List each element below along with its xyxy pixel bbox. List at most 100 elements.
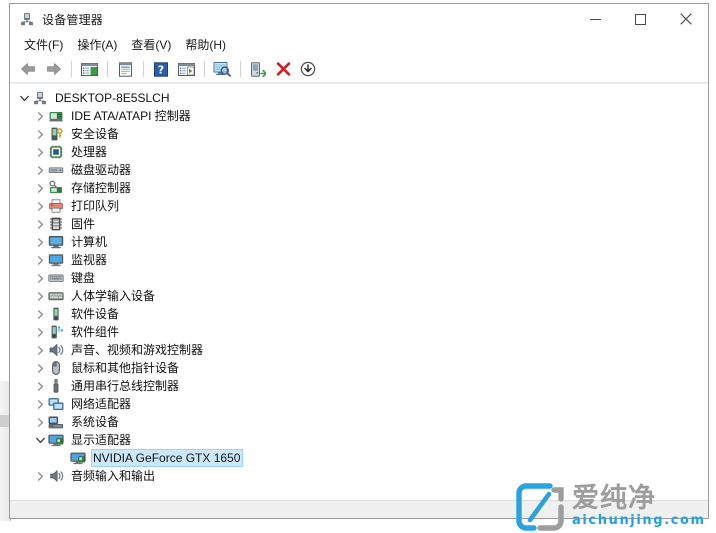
menu-action[interactable]: 操作(A) <box>70 34 124 56</box>
tree-item-label: 计算机 <box>71 235 108 249</box>
chevron-right-icon[interactable] <box>32 467 48 485</box>
tree-item[interactable]: 通用串行总线控制器 <box>10 377 708 395</box>
tree-item[interactable]: 鼠标和其他指针设备 <box>10 359 708 377</box>
storage-controller-icon <box>48 180 64 196</box>
properties-icon <box>118 61 132 77</box>
chevron-right-icon[interactable] <box>32 161 48 179</box>
device-manager-icon <box>19 11 35 27</box>
mouse-icon <box>48 360 64 376</box>
tree-item[interactable]: 系统设备 <box>10 413 708 431</box>
chevron-right-icon[interactable] <box>32 395 48 413</box>
tree-item[interactable]: 键盘 <box>10 269 708 287</box>
toolbar-forward[interactable] <box>41 58 65 80</box>
usb-controller-icon <box>48 378 64 394</box>
tree-item[interactable]: 音频输入和输出 <box>10 467 708 485</box>
chevron-right-icon[interactable] <box>32 323 48 341</box>
chevron-right-icon[interactable] <box>32 287 48 305</box>
disk-drive-icon <box>48 162 64 178</box>
computer-root-icon <box>32 90 48 106</box>
tree-item[interactable]: 计算机 <box>10 233 708 251</box>
tree-item-label: 处理器 <box>71 145 108 159</box>
toolbar-update-driver[interactable] <box>246 58 270 80</box>
close-button[interactable] <box>663 4 708 34</box>
tree-item-label: 人体学输入设备 <box>71 289 156 303</box>
toolbar-help[interactable]: ? <box>149 58 173 80</box>
chevron-right-icon[interactable] <box>32 413 48 431</box>
tree-item[interactable]: 显示适配器 <box>10 431 708 449</box>
tree-item[interactable]: 固件 <box>10 215 708 233</box>
tree-item[interactable]: 网络适配器 <box>10 395 708 413</box>
help-icon: ? <box>154 61 168 77</box>
toolbar-separator-5 <box>240 61 241 77</box>
chevron-right-icon[interactable] <box>32 125 48 143</box>
toolbar-separator-4 <box>204 61 205 77</box>
chevron-right-icon[interactable] <box>32 305 48 323</box>
menu-file[interactable]: 文件(F) <box>17 34 70 56</box>
tree-item[interactable]: 存储控制器 <box>10 179 708 197</box>
tree-item[interactable]: IDE ATA/ATAPI 控制器 <box>10 107 708 125</box>
toolbar-scan-hardware-changes[interactable] <box>210 58 234 80</box>
tree-item[interactable]: 人体学输入设备 <box>10 287 708 305</box>
computer-icon <box>48 234 64 250</box>
security-device-icon <box>48 126 64 142</box>
chevron-right-icon[interactable] <box>32 179 48 197</box>
tree-item[interactable]: DESKTOP-8E5SLCH <box>10 89 708 107</box>
tree-item[interactable]: 处理器 <box>10 143 708 161</box>
menu-view[interactable]: 查看(V) <box>124 34 178 56</box>
horizontal-scrollbar-thumb[interactable] <box>10 501 670 518</box>
tree-item-label: 音频输入和输出 <box>71 469 156 483</box>
toolbar-console[interactable] <box>174 58 198 80</box>
chevron-down-icon[interactable] <box>16 89 32 107</box>
device-tree: DESKTOP-8E5SLCH IDE ATA/ATAPI 控制器 安全设备处理器磁… <box>10 84 708 485</box>
chevron-right-icon[interactable] <box>32 233 48 251</box>
tree-item[interactable]: 软件设备 <box>10 305 708 323</box>
chevron-right-icon[interactable] <box>32 143 48 161</box>
device-tree-panel[interactable]: DESKTOP-8E5SLCH IDE ATA/ATAPI 控制器 安全设备处理器磁… <box>10 83 708 500</box>
tree-item[interactable]: 安全设备 <box>10 125 708 143</box>
toolbar-uninstall-device[interactable] <box>271 58 295 80</box>
tree-item[interactable]: 监视器 <box>10 251 708 269</box>
screenshot-root: 设备管理器 文件(F) 操作(A) 查看(V) 帮助(H) ? DESKTOP-… <box>0 0 716 533</box>
chevron-right-icon[interactable] <box>32 197 48 215</box>
chevron-right-icon[interactable] <box>32 341 48 359</box>
tree-item-label: 监视器 <box>71 253 108 267</box>
horizontal-scrollbar[interactable] <box>10 500 708 518</box>
chevron-right-icon[interactable] <box>32 251 48 269</box>
system-device-icon <box>48 414 64 430</box>
menu-bar: 文件(F) 操作(A) 查看(V) 帮助(H) <box>10 34 708 56</box>
tree-item[interactable]: 磁盘驱动器 <box>10 161 708 179</box>
minimize-button[interactable] <box>573 4 618 34</box>
title-bar[interactable]: 设备管理器 <box>10 4 708 34</box>
tree-item-selected[interactable]: NVIDIA GeForce GTX 1650 <box>10 449 708 467</box>
tree-item-label: IDE ATA/ATAPI 控制器 <box>71 109 191 123</box>
chevron-right-icon[interactable] <box>32 359 48 377</box>
maximize-button[interactable] <box>618 4 663 34</box>
display-adapter-icon <box>70 450 86 466</box>
menu-help[interactable]: 帮助(H) <box>178 34 233 56</box>
toolbar-properties[interactable] <box>113 58 137 80</box>
display-adapter-icon <box>48 432 64 448</box>
toolbar-disable-device[interactable] <box>296 58 320 80</box>
toolbar-separator-2 <box>107 61 108 77</box>
tree-item[interactable]: 打印队列 <box>10 197 708 215</box>
toolbar-show-hide-tree[interactable] <box>77 58 101 80</box>
device-manager-window: 设备管理器 文件(F) 操作(A) 查看(V) 帮助(H) ? DESKTOP-… <box>9 3 709 519</box>
forward-arrow-icon <box>46 63 61 75</box>
tree-item-label: 安全设备 <box>71 127 120 141</box>
audio-io-icon <box>48 468 64 484</box>
tree-item[interactable]: 软件组件 <box>10 323 708 341</box>
tree-item-label: 存储控制器 <box>71 181 132 195</box>
chevron-down-icon[interactable] <box>32 431 48 449</box>
toolbar-back[interactable] <box>16 58 40 80</box>
tree-item[interactable]: 声音、视频和游戏控制器 <box>10 341 708 359</box>
chevron-right-icon[interactable] <box>32 107 48 125</box>
back-arrow-icon <box>20 63 35 75</box>
chevron-right-icon[interactable] <box>32 215 48 233</box>
tree-item-label: 声音、视频和游戏控制器 <box>71 343 204 357</box>
tree-item-label: 软件设备 <box>71 307 120 321</box>
svg-text:?: ? <box>158 63 164 76</box>
hid-icon <box>48 288 64 304</box>
chevron-right-icon[interactable] <box>32 269 48 287</box>
chevron-right-icon[interactable] <box>32 377 48 395</box>
tree-view-icon <box>80 62 98 76</box>
